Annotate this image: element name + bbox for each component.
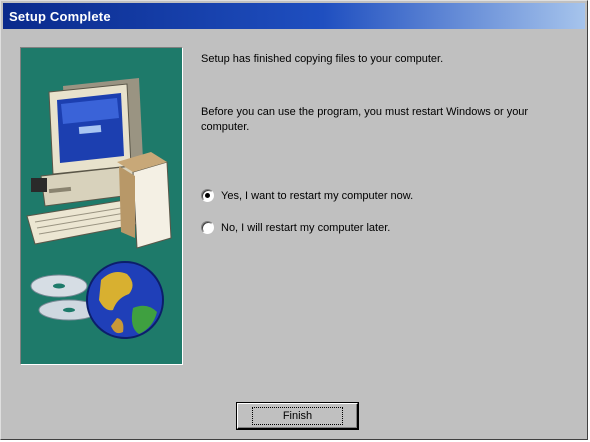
- restart-later-radio[interactable]: [201, 221, 214, 234]
- title-bar[interactable]: Setup Complete: [3, 3, 585, 29]
- restart-now-radio[interactable]: [201, 189, 214, 202]
- copy-complete-message: Setup has finished copying files to your…: [201, 53, 444, 65]
- setup-illustration: [20, 47, 183, 365]
- restart-later-label[interactable]: No, I will restart my computer later.: [221, 222, 390, 234]
- radio-selected-dot: [205, 193, 210, 198]
- restart-now-label[interactable]: Yes, I want to restart my computer now.: [221, 190, 413, 202]
- restart-later-option[interactable]: No, I will restart my computer later.: [201, 221, 390, 234]
- restart-required-message: Before you can use the program, you must…: [201, 106, 529, 133]
- finish-button[interactable]: Finish: [237, 403, 358, 429]
- computer-globe-illustration: [21, 48, 182, 364]
- finish-button-label: Finish: [251, 407, 344, 425]
- setup-complete-dialog: Setup Complete Setup has finished copyin…: [0, 0, 588, 440]
- restart-now-option[interactable]: Yes, I want to restart my computer now.: [201, 189, 413, 202]
- window-title: Setup Complete: [9, 8, 111, 24]
